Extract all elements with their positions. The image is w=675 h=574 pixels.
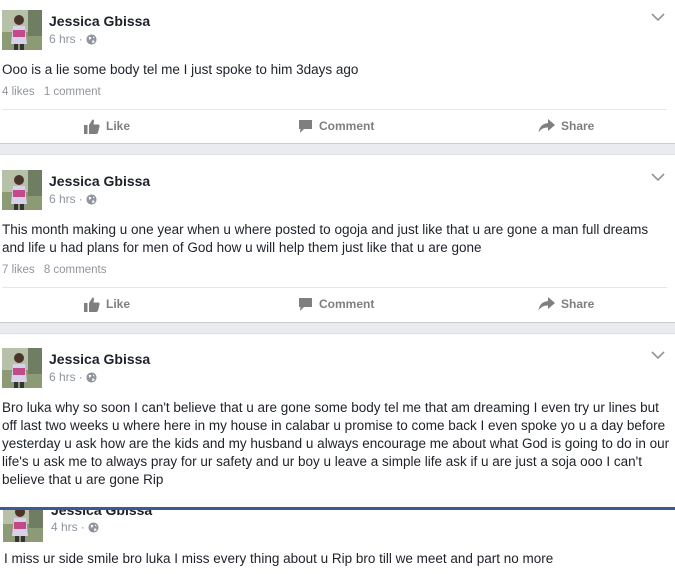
post-meta: 6 hrs · <box>49 32 97 46</box>
likes-count[interactable]: 7 likes <box>2 264 35 276</box>
post-text: Ooo is a lie some body tel me I just spo… <box>2 62 359 77</box>
share-arrow-icon <box>538 297 555 311</box>
meta-separator: · <box>78 370 83 384</box>
chevron-down-icon[interactable] <box>651 350 665 360</box>
comment-icon <box>299 297 312 311</box>
meta-separator: · <box>80 520 85 534</box>
share-arrow-icon <box>538 119 555 133</box>
avatar[interactable] <box>3 510 43 542</box>
meta-separator: · <box>78 32 83 46</box>
feed-divider <box>0 143 675 155</box>
share-button[interactable]: Share <box>538 111 594 141</box>
avatar[interactable] <box>2 10 42 50</box>
likes-count[interactable]: 4 likes <box>2 86 35 98</box>
like-button[interactable]: Like <box>84 289 130 319</box>
post-2: Jessica Gbissa 6 hrs · This month making… <box>0 155 675 322</box>
post-stats: 7 likes 8 comments <box>2 264 106 276</box>
comment-label: Comment <box>319 297 375 311</box>
thumbs-up-icon <box>84 118 100 134</box>
author-name[interactable]: Jessica Gbissa <box>51 510 152 518</box>
author-name[interactable]: Jessica Gbissa <box>49 173 150 189</box>
comment-button[interactable]: Comment <box>298 111 374 141</box>
post-actions: Like Comment Share <box>0 289 675 319</box>
author-name[interactable]: Jessica Gbissa <box>49 13 150 29</box>
globe-icon <box>86 371 97 383</box>
globe-icon <box>86 193 97 205</box>
like-label: Like <box>106 119 131 133</box>
share-label: Share <box>561 297 595 311</box>
post-time[interactable]: 6 hrs <box>49 192 76 206</box>
post-time[interactable]: 6 hrs <box>49 370 76 384</box>
actions-divider <box>2 287 667 288</box>
chevron-down-icon[interactable] <box>651 12 665 22</box>
post-3: Jessica Gbissa 6 hrs · Bro luka why so s… <box>0 334 675 507</box>
avatar[interactable] <box>2 170 42 210</box>
post-text: This month making u one year when u wher… <box>2 222 649 255</box>
thumbs-up-icon <box>84 296 100 312</box>
post-1: Jessica Gbissa 6 hrs · Ooo is a lie some… <box>0 0 675 143</box>
feed-divider <box>0 322 675 334</box>
share-label: Share <box>561 119 595 133</box>
globe-icon <box>86 33 97 45</box>
post-stats: 4 likes 1 comment <box>2 86 101 98</box>
author-name[interactable]: Jessica Gbissa <box>49 351 150 367</box>
share-button[interactable]: Share <box>538 289 594 319</box>
post-text: Bro luka why so soon I can't believe tha… <box>2 400 670 487</box>
avatar[interactable] <box>2 348 42 388</box>
comment-button[interactable]: Comment <box>298 289 374 319</box>
post-text: I miss ur side smile bro luka I miss eve… <box>4 551 554 566</box>
globe-icon <box>88 521 99 533</box>
comments-count[interactable]: 1 comment <box>44 86 101 98</box>
comment-icon <box>299 119 312 133</box>
like-label: Like <box>106 297 131 311</box>
post-meta: 4 hrs · <box>51 520 99 534</box>
comment-label: Comment <box>319 119 375 133</box>
post-4: Jessica Gbissa 4 hrs · I miss ur side sm… <box>0 510 675 574</box>
meta-separator: · <box>78 192 83 206</box>
actions-divider <box>2 109 667 110</box>
chevron-down-icon[interactable] <box>651 172 665 182</box>
post-time[interactable]: 6 hrs <box>49 32 76 46</box>
post-time[interactable]: 4 hrs <box>51 520 78 534</box>
comments-count[interactable]: 8 comments <box>44 264 107 276</box>
like-button[interactable]: Like <box>84 111 130 141</box>
post-actions: Like Comment Share <box>0 111 675 141</box>
post-meta: 6 hrs · <box>49 192 97 206</box>
post-meta: 6 hrs · <box>49 370 97 384</box>
